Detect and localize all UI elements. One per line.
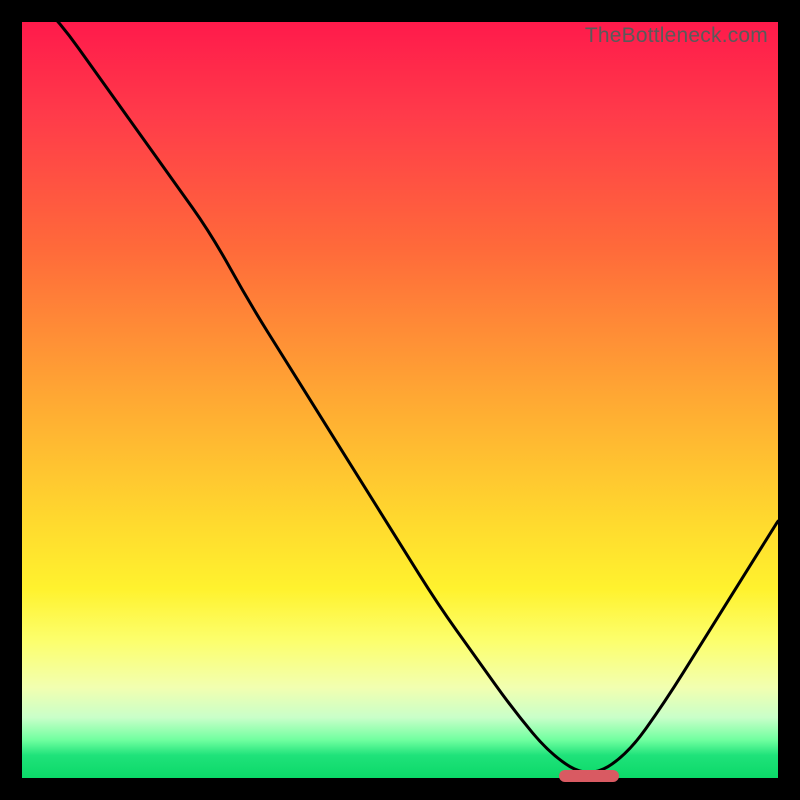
curve-path xyxy=(22,0,778,772)
chart-plot-area: TheBottleneck.com xyxy=(22,22,778,778)
chart-frame: TheBottleneck.com xyxy=(0,0,800,800)
bottleneck-curve xyxy=(22,22,778,778)
optimal-range-marker xyxy=(559,770,620,782)
